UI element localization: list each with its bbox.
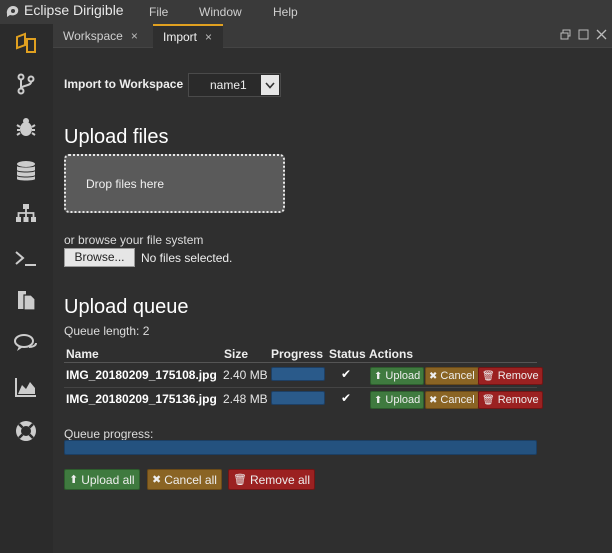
upload-all-button[interactable]: ⬆ Upload all [64,469,140,490]
close-icon[interactable] [596,29,607,40]
upload-button[interactable]: ⬆ Upload [370,391,425,409]
upload-icon: ⬆ [69,474,79,486]
close-icon[interactable]: × [131,29,138,43]
app-title: Eclipse Dirigible [24,2,124,18]
remove-button[interactable]: 🗑 Remove [478,367,543,385]
tab-import[interactable]: Import × [153,24,223,48]
title-bar: Eclipse Dirigible File Window Help [0,0,612,24]
trash-icon: 🗑 [482,394,495,406]
menu-help[interactable]: Help [273,5,298,19]
cancel-all-button[interactable]: ✖ Cancel all [147,469,222,490]
upload-files-heading: Upload files [64,126,169,148]
cancel-x-icon: ✖ [152,474,162,486]
import-view: Import to Workspace name1 Upload files D… [53,48,612,553]
database-icon[interactable] [12,157,40,185]
git-branch-icon[interactable] [12,70,40,98]
upload-icon: ⬆ [374,394,383,406]
remove-button[interactable]: 🗑 Remove [478,391,543,409]
cancel-all-label: Cancel all [164,472,217,487]
maximize-icon[interactable] [578,29,589,40]
cancel-button-label: Cancel [440,394,475,406]
file-selection-status: No files selected. [141,251,233,265]
queue-progress-bar [64,440,537,455]
table-header-divider [64,362,537,363]
drop-zone-label: Drop files here [86,177,165,191]
debug-bug-icon[interactable] [12,113,40,141]
workspace-icon[interactable] [12,29,40,57]
file-progress-bar [271,391,325,405]
column-header-status: Status [329,347,366,361]
file-progress-bar [271,367,325,381]
upload-all-label: Upload all [81,472,135,487]
queue-length: Queue length: 2 [64,324,150,338]
column-header-name: Name [66,347,99,361]
cancel-button[interactable]: ✖ Cancel [425,391,479,409]
chevron-down-icon [261,75,279,95]
column-header-actions: Actions [369,347,414,361]
drop-zone[interactable]: Drop files here [64,154,285,213]
upload-button-label: Upload [385,394,421,406]
upload-queue-heading: Upload queue [64,296,189,318]
trash-icon: 🗑 [482,370,495,382]
browse-hint: or browse your file system [64,233,204,247]
tab-label: Workspace [63,29,123,43]
menu-file[interactable]: File [149,5,168,19]
trash-icon: 🗑 [233,474,247,486]
file-name: IMG_20180209_175108.jpg [66,368,217,382]
file-size: 2.40 MB [223,368,268,382]
remove-all-button[interactable]: 🗑 Remove all [228,469,315,490]
column-header-size: Size [224,347,249,361]
chat-icon[interactable] [12,329,40,357]
dirigible-logo-icon [6,6,19,17]
cancel-x-icon: ✖ [429,370,438,382]
workspace-select[interactable]: name1 [188,73,281,97]
row-divider [64,387,537,388]
column-header-progress: Progress [271,347,324,361]
remove-button-label: Remove [497,394,539,406]
upload-button-label: Upload [385,370,421,382]
upload-icon: ⬆ [374,370,383,382]
hierarchy-icon[interactable] [12,199,40,227]
remove-button-label: Remove [497,370,539,382]
close-icon[interactable]: × [205,30,212,44]
terminal-icon[interactable] [12,244,40,272]
help-lifebuoy-icon[interactable] [12,417,40,445]
tab-label: Import [163,30,198,44]
import-to-workspace-label: Import to Workspace [64,77,184,91]
browse-button[interactable]: Browse... [64,248,135,267]
tab-workspace[interactable]: Workspace × [53,24,151,48]
activity-bar [0,24,53,553]
file-name: IMG_20180209_175136.jpg [66,392,217,406]
workspace-select-value: name1 [210,78,247,92]
area-chart-icon[interactable] [12,373,40,401]
cancel-x-icon: ✖ [429,394,438,406]
status-check-icon: ✔ [341,391,352,405]
cancel-button[interactable]: ✖ Cancel [425,367,479,385]
status-check-icon: ✔ [341,367,352,381]
remove-all-label: Remove all [249,472,310,487]
menu-window[interactable]: Window [199,5,242,19]
restore-icon[interactable] [560,29,571,40]
queue-progress-label: Queue progress: [64,427,154,441]
documents-icon[interactable] [12,286,40,314]
upload-button[interactable]: ⬆ Upload [370,367,425,385]
file-size: 2.48 MB [223,392,268,406]
cancel-button-label: Cancel [440,370,475,382]
editor-tab-bar: Workspace × Import × [53,24,612,48]
